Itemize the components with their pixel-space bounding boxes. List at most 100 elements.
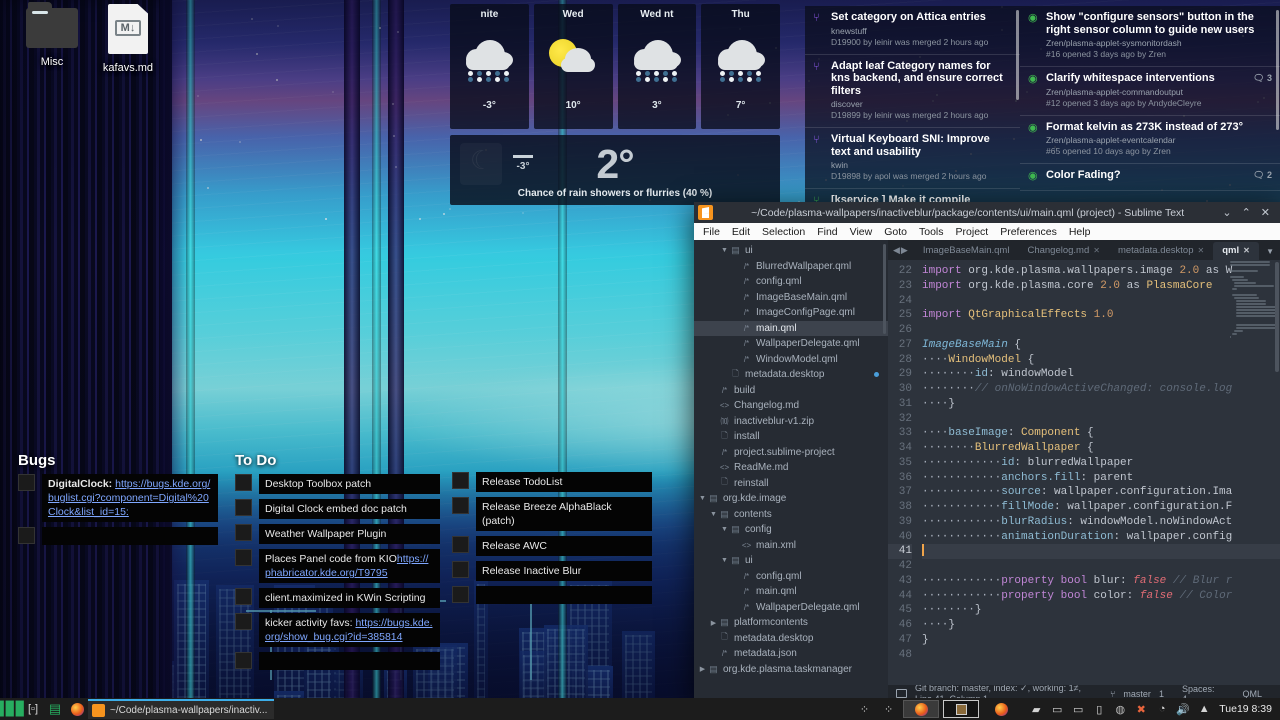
feed-item[interactable]: ◉ 🗨 3 Clarify whitespace interventions Zren… [1020, 67, 1280, 116]
sidebar-scrollbar[interactable] [883, 244, 886, 334]
code-line[interactable]: ············blurRadius: windowModel.noWi… [922, 515, 1280, 530]
tree-item-config[interactable]: ▼ ▤ config [694, 522, 888, 538]
note-item[interactable]: Places Panel code from KIOhttps://phabri… [235, 549, 440, 583]
note-link[interactable]: https://phabricator.kde.org/T9795 [265, 553, 428, 579]
menu-item-edit[interactable]: Edit [726, 226, 756, 238]
minimize-button[interactable]: ⌄ [1222, 206, 1231, 219]
menu-item-project[interactable]: Project [950, 226, 995, 238]
tree-expander-icon[interactable]: ▼ [720, 557, 729, 564]
tree-item-blurredwallpaper-qml[interactable]: /* BlurredWallpaper.qml [694, 259, 888, 275]
sidebar-file-tree[interactable]: ▼ ▤ ui/* BlurredWallpaper.qml/* config.qml/*… [694, 240, 888, 702]
tab-overflow-icon[interactable]: ▼ [1260, 247, 1280, 260]
tree-expander-icon[interactable]: ▶ [709, 619, 718, 627]
code-line[interactable] [922, 544, 1280, 559]
editor-tab-bar[interactable]: ◀▶ ImageBaseMain.qml Changelog.md ✕ metadat… [888, 240, 1280, 260]
code-line[interactable]: import org.kde.plasma.core 2.0 as Plasma… [922, 279, 1280, 294]
note-checkbox[interactable] [235, 549, 252, 566]
menu-item-goto[interactable]: Goto [878, 226, 913, 238]
tree-item-build[interactable]: /* build [694, 383, 888, 399]
disk-icon[interactable]: ◍ [1113, 702, 1127, 716]
tree-expander-icon[interactable]: ▼ [709, 511, 718, 518]
note-checkbox[interactable] [452, 497, 469, 514]
note-checkbox[interactable] [235, 613, 252, 630]
device-icon[interactable]: ▯ [1092, 702, 1106, 716]
code-line[interactable] [922, 294, 1280, 309]
pager-icon[interactable]: [▫] [22, 698, 44, 720]
code-line[interactable]: ············fillMode: wallpaper.configur… [922, 500, 1280, 515]
virtual-desktop-2[interactable]: ⁘ [877, 703, 901, 716]
code-line[interactable]: ········BlurredWallpaper { [922, 441, 1280, 456]
note-link[interactable]: https://bugs.kde.org/show_bug.cgi?id=385… [265, 617, 433, 643]
branch-name[interactable]: master [1123, 689, 1151, 699]
feed-item[interactable]: ◉ Show "configure sensors" button in the … [1020, 6, 1280, 67]
code-line[interactable]: import org.kde.plasma.wallpapers.image 2… [922, 264, 1280, 279]
plasma-panel[interactable]: ▊▊▊ [▫] ▤ ~/Code/plasma-wallpapers/inact… [0, 698, 1280, 720]
code-line[interactable]: ············property bool blur: false //… [922, 574, 1280, 589]
code-line[interactable]: ····} [922, 618, 1280, 633]
bugs-widget[interactable]: Bugs DigitalClock: https://bugs.kde.org/… [18, 452, 218, 550]
note-text[interactable]: Places Panel code from KIOhttps://phabri… [259, 549, 440, 583]
feed-item[interactable]: ◉ Format kelvin as 273K instead of 273° Zr… [1020, 116, 1280, 164]
note-checkbox[interactable] [235, 524, 252, 541]
menu-item-tools[interactable]: Tools [913, 226, 950, 238]
menu-item-preferences[interactable]: Preferences [994, 226, 1063, 238]
note-item[interactable] [18, 527, 218, 545]
close-tab-icon[interactable]: ✕ [1197, 246, 1204, 255]
tree-item-install[interactable]: 🗋 install [694, 429, 888, 445]
note-text[interactable]: Release Inactive Blur [476, 561, 652, 581]
note-item[interactable]: Release AWC [452, 536, 652, 556]
tree-item-main-qml[interactable]: /* main.qml [694, 584, 888, 600]
code-line[interactable] [922, 412, 1280, 427]
tree-item-config-qml[interactable]: /* config.qml [694, 274, 888, 290]
sublime-text-window[interactable]: ~/Code/plasma-wallpapers/inactiveblur/pa… [694, 202, 1280, 704]
tree-item-imagebasemain-qml[interactable]: /* ImageBaseMain.qml [694, 290, 888, 306]
note-item[interactable]: Release Breeze AlphaBlack (patch) [452, 497, 652, 531]
code-line[interactable]: ············property bool color: false /… [922, 589, 1280, 604]
note-text[interactable]: client.maximized in KWin Scripting [259, 588, 440, 608]
tree-item-org-kde-plasma-taskmanager[interactable]: ▶ ▤ org.kde.plasma.taskmanager [694, 662, 888, 678]
tab-nav-arrows[interactable]: ◀▶ [888, 245, 914, 260]
note-text[interactable] [259, 652, 440, 670]
editor-tab[interactable]: qml ✕ [1213, 242, 1259, 260]
code-line[interactable]: ············anchors.fill: parent [922, 471, 1280, 486]
note-text[interactable]: Desktop Toolbox patch [259, 474, 440, 494]
clock-icon[interactable]: ◔ [1155, 702, 1169, 716]
note-checkbox[interactable] [452, 586, 469, 603]
note-text[interactable] [42, 527, 218, 545]
note-text[interactable]: Weather Wallpaper Plugin [259, 524, 440, 544]
tree-item-imageconfigpage-qml[interactable]: /* ImageConfigPage.qml [694, 305, 888, 321]
volume-icon[interactable]: 🔊 [1176, 702, 1190, 716]
note-text[interactable]: Release AWC [476, 536, 652, 556]
code-line[interactable] [922, 559, 1280, 574]
feed-item[interactable]: ⑂ Virtual Keyboard SNI: Improve text and … [805, 128, 1020, 189]
releases-widget[interactable]: Release TodoList Release Breeze AlphaBlac… [452, 472, 652, 609]
tree-item-metadata-desktop[interactable]: 🗋 metadata.desktop [694, 367, 888, 383]
code-line[interactable]: ImageBaseMain { [922, 338, 1280, 353]
editor-scrollbar[interactable] [1275, 262, 1279, 372]
code-line[interactable] [922, 323, 1280, 338]
code-line[interactable]: ········} [922, 603, 1280, 618]
github-feed-widget[interactable]: ◉ Show "configure sensors" button in the … [1020, 6, 1280, 208]
editor-tab[interactable]: Changelog.md ✕ [1018, 242, 1109, 260]
tree-item-wallpaperdelegate-qml[interactable]: /* WallpaperDelegate.qml [694, 600, 888, 616]
phabricator-feed-widget[interactable]: ⑂ Set category on Attica entries knewstuff… [805, 6, 1020, 208]
sidebar-toggle-icon[interactable] [896, 689, 907, 698]
note-item[interactable]: Weather Wallpaper Plugin [235, 524, 440, 544]
system-tray[interactable]: ▰ ▭ ▭ ▯ ◍ ✖ ◔ 🔊 ▲ [1021, 702, 1219, 716]
window-icon[interactable]: ▭ [1071, 702, 1085, 716]
code-line[interactable]: ············animationDuration: wallpaper… [922, 530, 1280, 545]
note-text[interactable]: DigitalClock: https://bugs.kde.org/bugli… [42, 474, 218, 522]
tree-expander-icon[interactable]: ▼ [698, 495, 707, 502]
note-item[interactable] [235, 652, 440, 670]
maximize-button[interactable]: ⌃ [1242, 206, 1251, 219]
feed-scrollbar[interactable] [1276, 10, 1279, 130]
panel-clock[interactable]: Tue19 8:39 [1219, 703, 1280, 715]
window-thumb-sublime[interactable] [943, 700, 980, 718]
note-checkbox[interactable] [235, 499, 252, 516]
close-tab-icon[interactable]: ✕ [1093, 246, 1100, 255]
feed-item[interactable]: ⑂ Set category on Attica entries knewstuff… [805, 6, 1020, 55]
desktop-preview-icon[interactable]: ▰ [1029, 702, 1043, 716]
code-line[interactable]: ············source: wallpaper.configurat… [922, 485, 1280, 500]
file-manager-icon[interactable]: ▤ [44, 698, 66, 720]
note-item[interactable]: client.maximized in KWin Scripting [235, 588, 440, 608]
